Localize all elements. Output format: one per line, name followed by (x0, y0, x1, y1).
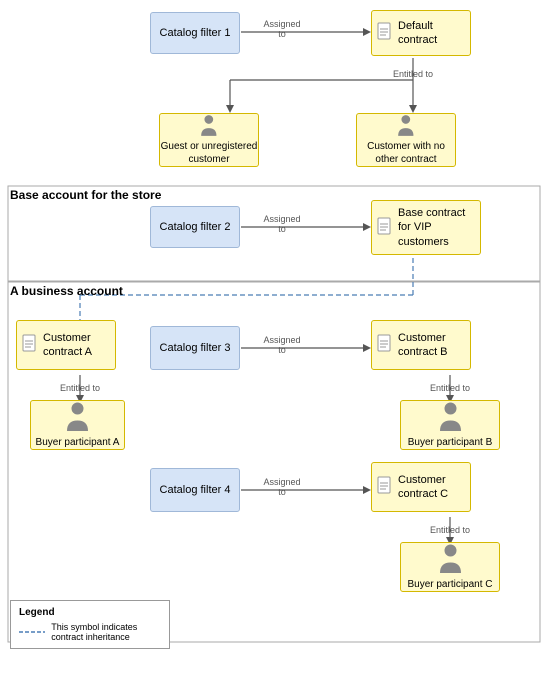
person-icon-buyer-b (437, 401, 464, 434)
catalog-filter-3: Catalog filter 3 (150, 326, 240, 370)
person-icon-guest (199, 114, 219, 138)
catalog-filter-1: Catalog filter 1 (150, 12, 240, 54)
default-contract: Default contract (371, 10, 471, 56)
buyer-a: Buyer participant A (30, 400, 125, 450)
buyer-b: Buyer participant B (400, 400, 500, 450)
person-icon-buyer-c (437, 543, 464, 576)
guest-customer: Guest or unregistered customer (159, 113, 259, 167)
doc-icon-base (376, 217, 394, 239)
svg-text:Entitled to: Entitled to (60, 383, 100, 393)
svg-text:Entitled to: Entitled to (393, 69, 433, 79)
person-icon-no-contract (396, 114, 416, 138)
svg-text:Entitled to: Entitled to (430, 525, 470, 535)
customer-contract-a: Customer contract A (16, 320, 116, 370)
svg-text:to: to (278, 224, 286, 234)
base-account-label: Base account for the store (10, 188, 161, 202)
doc-icon-svg (376, 22, 394, 44)
base-contract: Base contract for VIP customers (371, 200, 481, 255)
svg-text:to: to (278, 345, 286, 355)
svg-text:Assigned: Assigned (263, 214, 300, 224)
business-account-label: A business account (10, 284, 123, 298)
customer-contract-b: Customer contract B (371, 320, 471, 370)
svg-text:to: to (278, 29, 286, 39)
catalog-filter-4: Catalog filter 4 (150, 468, 240, 512)
svg-text:Assigned: Assigned (263, 477, 300, 487)
svg-text:Assigned: Assigned (263, 335, 300, 345)
customer-contract-c: Customer contract C (371, 462, 471, 512)
svg-text:to: to (278, 487, 286, 497)
svg-text:Assigned: Assigned (263, 19, 300, 29)
doc-icon-a (21, 334, 39, 356)
legend-dashed-line (19, 626, 45, 638)
catalog-filter-2: Catalog filter 2 (150, 206, 240, 248)
doc-icon-b (376, 334, 394, 356)
customer-no-contract: Customer with no other contract (356, 113, 456, 167)
svg-text:Entitled to: Entitled to (430, 383, 470, 393)
legend-box: Legend This symbol indicates contract in… (10, 600, 170, 649)
person-icon-buyer-a (64, 401, 91, 434)
legend-title: Legend (19, 607, 161, 618)
diagram-container: Assigned to Entitled to Assigned to (0, 0, 548, 20)
buyer-c: Buyer participant C (400, 542, 500, 592)
doc-icon-c (376, 476, 394, 498)
legend-item: This symbol indicates contract inheritan… (19, 622, 161, 642)
